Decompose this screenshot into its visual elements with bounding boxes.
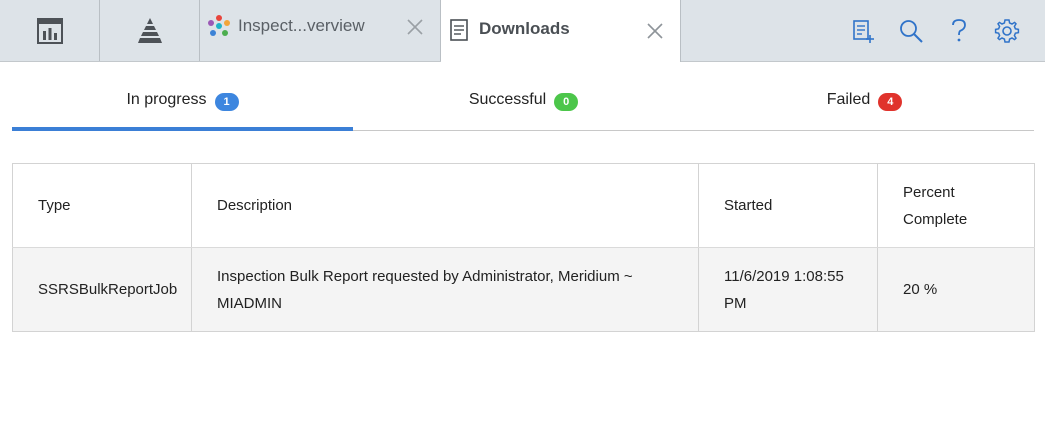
new-report-button[interactable] bbox=[839, 14, 887, 48]
search-button[interactable] bbox=[887, 14, 935, 48]
close-icon[interactable] bbox=[644, 20, 666, 42]
column-header-description[interactable]: Description bbox=[191, 163, 699, 248]
downloads-table: Type Description Started Percent Complet… bbox=[12, 163, 1035, 332]
toolbar bbox=[839, 14, 1031, 48]
started-line1: 11/6/2019 1:08:55 bbox=[724, 267, 844, 285]
document-icon bbox=[450, 19, 468, 41]
percent-header-line1: Percent bbox=[903, 183, 955, 201]
cell-description: Inspection Bulk Report requested by Admi… bbox=[191, 247, 699, 332]
table-row[interactable]: SSRSBulkReportJob Inspection Bulk Report… bbox=[12, 247, 1035, 332]
successful-count-badge: 0 bbox=[554, 93, 579, 111]
failed-count-badge: 4 bbox=[878, 93, 903, 111]
colorful-network-icon bbox=[208, 14, 230, 36]
cell-percent-complete: 20 % bbox=[877, 247, 1035, 332]
hierarchy-tile[interactable] bbox=[100, 0, 200, 61]
new-report-icon bbox=[853, 20, 874, 43]
description-line2: MIADMIN bbox=[217, 294, 282, 312]
dashboard-chart-icon bbox=[36, 17, 63, 44]
search-icon bbox=[900, 20, 923, 43]
percent-header-line2: Complete bbox=[903, 210, 968, 228]
column-header-percent-complete[interactable]: Percent Complete bbox=[877, 163, 1035, 248]
top-tab-bar: Inspect...verview Downloads bbox=[0, 0, 1045, 62]
settings-button[interactable] bbox=[983, 14, 1031, 48]
download-status-tabs: In progress 1 Successful 0 Failed 4 bbox=[12, 78, 1034, 131]
tab-downloads-label: Downloads bbox=[479, 19, 570, 38]
cell-started: 11/6/2019 1:08:55 PM bbox=[698, 247, 878, 332]
tab-inspection-label: Inspect...verview bbox=[238, 15, 365, 35]
started-line2: PM bbox=[724, 294, 747, 312]
tab-failed[interactable]: Failed 4 bbox=[694, 78, 1035, 130]
in-progress-count-badge: 1 bbox=[214, 93, 239, 111]
tab-failed-label: Failed bbox=[826, 91, 871, 108]
column-header-type[interactable]: Type bbox=[12, 163, 192, 248]
tab-successful-label: Successful bbox=[468, 91, 547, 108]
settings-gear-icon bbox=[994, 19, 1020, 43]
close-icon[interactable] bbox=[404, 16, 426, 38]
help-button[interactable] bbox=[935, 14, 983, 48]
table-header-row: Type Description Started Percent Complet… bbox=[12, 163, 1035, 248]
tab-in-progress[interactable]: In progress 1 bbox=[12, 78, 353, 131]
tab-in-progress-label: In progress bbox=[126, 91, 207, 108]
hierarchy-pyramid-icon bbox=[137, 17, 162, 43]
column-header-started[interactable]: Started bbox=[698, 163, 878, 248]
dashboard-tile[interactable] bbox=[0, 0, 100, 61]
tab-inspection-overview[interactable]: Inspect...verview bbox=[200, 0, 441, 61]
help-icon bbox=[952, 19, 966, 42]
tab-successful[interactable]: Successful 0 bbox=[353, 78, 694, 130]
description-line1: Inspection Bulk Report requested by Admi… bbox=[217, 267, 633, 285]
cell-type: SSRSBulkReportJob bbox=[12, 247, 192, 332]
tab-downloads[interactable]: Downloads bbox=[441, 0, 681, 62]
